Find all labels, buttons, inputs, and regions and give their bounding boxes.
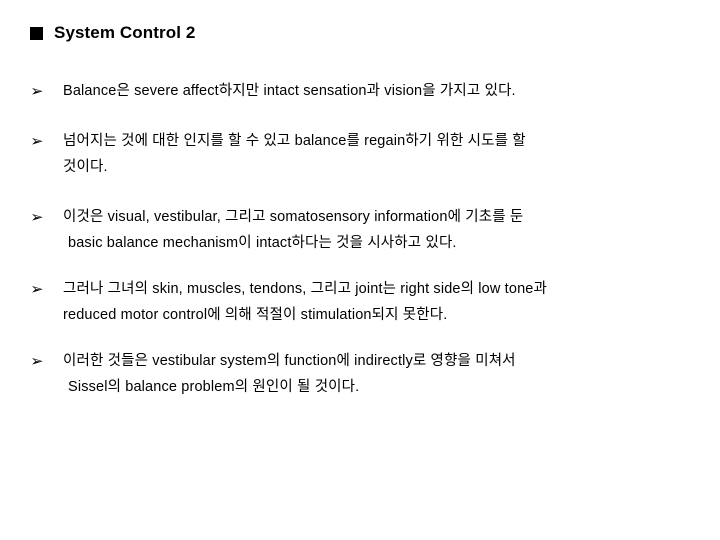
text-line: 이러한 것들은 vestibular system의 function에 ind… [63,353,516,369]
arrowhead-bullet-icon: ➢ [30,208,44,226]
text-line: Balance은 severe affect하지만 intact sensati… [63,83,516,99]
list-item-text: 그러나 그녀의 skin, muscles, tendons, 그리고 join… [63,276,702,328]
list-item: ➢ 이러한 것들은 vestibular system의 function에 i… [30,348,702,400]
text-line: 넘어지는 것에 대한 인지를 할 수 있고 balance를 regain하기 … [63,133,526,149]
arrowhead-bullet-icon: ➢ [30,280,44,298]
list-item: ➢ 넘어지는 것에 대한 인지를 할 수 있고 balance를 regain하… [30,128,702,180]
list-item: ➢ Balance은 severe affect하지만 intact sensa… [30,78,702,104]
list-item-text: 이것은 visual, vestibular, 그리고 somatosensor… [63,204,702,256]
list-item-text: Balance은 severe affect하지만 intact sensati… [63,78,702,104]
text-line: 것이다. [63,159,108,175]
black-square-bullet-icon [30,26,43,40]
text-line: reduced motor control에 의해 적절이 stimulatio… [63,307,448,323]
list-item-text: 넘어지는 것에 대한 인지를 할 수 있고 balance를 regain하기 … [63,128,702,180]
presentation-slide: System Control 2 ➢ Balance은 severe affec… [0,0,720,540]
slide-body: ➢ Balance은 severe affect하지만 intact sensa… [30,78,702,400]
text-line: 이것은 visual, vestibular, 그리고 somatosensor… [63,209,524,225]
text-line: Sissel의 balance problem의 원인이 될 것이다. [68,379,360,395]
list-item-text: 이러한 것들은 vestibular system의 function에 ind… [63,348,702,400]
arrowhead-bullet-icon: ➢ [30,352,44,370]
list-item: ➢ 그러나 그녀의 skin, muscles, tendons, 그리고 jo… [30,276,702,328]
text-line: basic balance mechanism이 intact하다는 것을 시사… [68,235,457,251]
arrowhead-bullet-icon: ➢ [30,132,44,150]
list-item: ➢ 이것은 visual, vestibular, 그리고 somatosens… [30,204,702,256]
text-line: 그러나 그녀의 skin, muscles, tendons, 그리고 join… [63,281,547,297]
arrowhead-bullet-icon: ➢ [30,82,44,100]
page-title: System Control 2 [54,23,196,42]
slide-title-row: System Control 2 [30,23,196,43]
